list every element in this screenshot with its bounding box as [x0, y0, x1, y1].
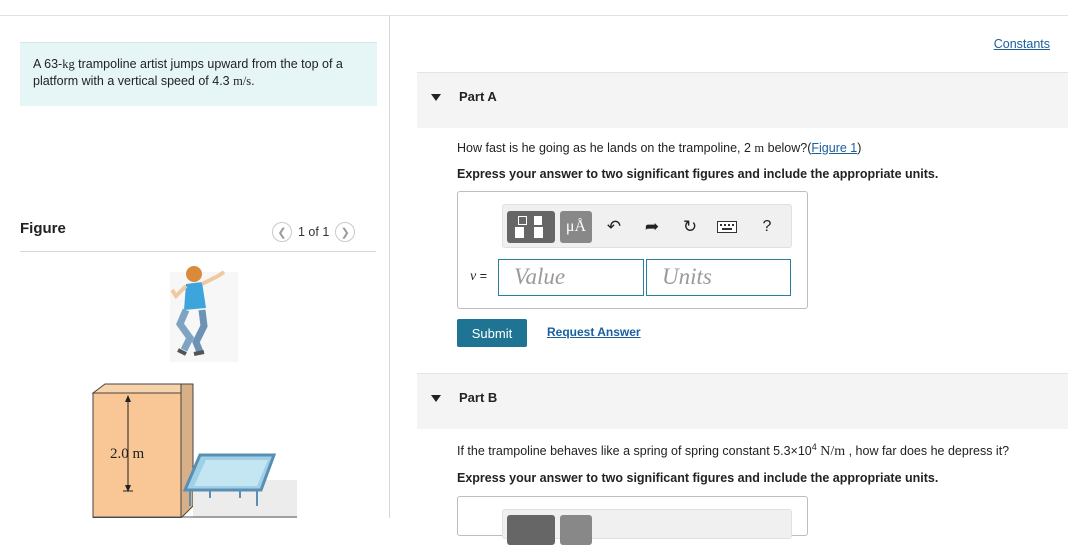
undo-icon[interactable]: ↶: [602, 211, 626, 243]
part-a-title: Part A: [459, 89, 497, 104]
submit-button[interactable]: Submit: [457, 319, 527, 347]
question-close: ): [857, 141, 862, 155]
figure-rule: [20, 251, 376, 252]
problem-text-end: .: [251, 74, 255, 88]
units-button[interactable]: μÅ: [560, 211, 592, 243]
speed-unit: m/s: [233, 74, 252, 88]
equals-sign: =: [476, 269, 487, 283]
height-label: 2.0 m: [110, 446, 145, 462]
part-a-header[interactable]: Part A: [417, 72, 1068, 128]
part-a-question: How fast is he going as he lands on the …: [457, 141, 861, 156]
request-answer-link[interactable]: Request Answer: [547, 325, 641, 339]
question-unit: m: [754, 141, 765, 155]
part-b-header[interactable]: Part B: [417, 373, 1068, 429]
question-text-cont: , how far does he depress it?: [845, 444, 1010, 459]
jumper-illustration: [170, 266, 238, 362]
keyboard-icon[interactable]: [715, 211, 739, 243]
figure-pager: ❮ 1 of 1 ❯: [272, 221, 356, 243]
problem-statement: A 63-kg trampoline artist jumps upward f…: [20, 42, 377, 106]
problem-text-cont: trampoline artist jumps upward from the …: [33, 57, 343, 88]
part-b-instruction: Express your answer to two significant f…: [457, 471, 939, 485]
top-divider: [0, 15, 1068, 16]
question-unit: N/m: [816, 444, 846, 460]
part-a-answer-box: μÅ ↶ ➦ ↻ ? v = Value Units: [457, 191, 808, 309]
question-text: How fast is he going as he lands on the …: [457, 141, 755, 155]
question-text: If the trampoline behaves like a spring …: [457, 444, 812, 459]
units-input[interactable]: Units: [646, 259, 791, 296]
template-button[interactable]: [507, 211, 555, 243]
answer-toolbar: μÅ ↶ ➦ ↻ ?: [502, 204, 792, 248]
trampoline-figure: 2.0 m: [91, 266, 297, 518]
mass-unit: kg: [62, 57, 75, 71]
part-b-title: Part B: [459, 390, 498, 405]
chevron-left-icon[interactable]: ❮: [272, 222, 292, 242]
part-a-instruction: Express your answer to two significant f…: [457, 167, 939, 181]
expand-triangle-icon[interactable]: [431, 94, 441, 101]
figure-heading: Figure: [20, 220, 66, 237]
constants-link[interactable]: Constants: [994, 37, 1050, 51]
reset-icon[interactable]: ↻: [678, 211, 702, 243]
problem-text: A 63-: [33, 57, 63, 71]
figure-1-link[interactable]: Figure 1: [811, 141, 857, 155]
help-icon[interactable]: ?: [755, 211, 779, 243]
figure-page-count: 1 of 1: [298, 225, 330, 239]
units-button[interactable]: [560, 515, 592, 545]
chevron-right-icon[interactable]: ❯: [335, 222, 356, 242]
part-b-answer-box: [457, 496, 808, 545]
answer-toolbar: [502, 509, 792, 545]
part-b-question: If the trampoline behaves like a spring …: [457, 442, 1009, 460]
value-input[interactable]: Value: [498, 259, 644, 296]
template-button[interactable]: [507, 515, 555, 545]
expand-triangle-icon[interactable]: [431, 395, 441, 402]
redo-icon[interactable]: ➦: [640, 211, 664, 243]
column-divider: [389, 15, 390, 518]
variable-label: v =: [470, 269, 487, 285]
question-text-cont: below?(: [764, 141, 812, 155]
